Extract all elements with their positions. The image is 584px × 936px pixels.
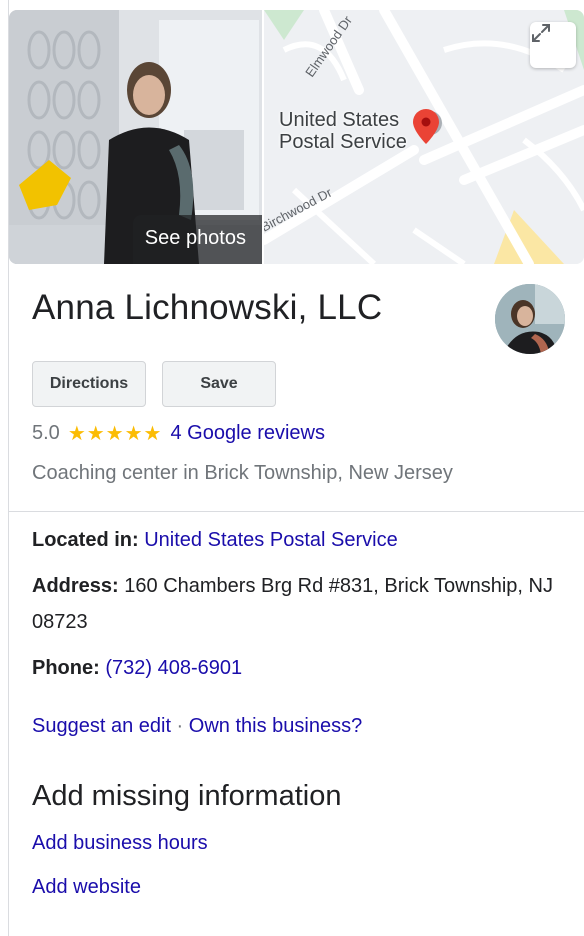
map-place-label-line2: Postal Service — [279, 131, 407, 153]
address-row: Address: 160 Chambers Brg Rd #831, Brick… — [32, 568, 572, 640]
business-avatar[interactable] — [495, 284, 565, 354]
directions-button[interactable]: Directions — [32, 361, 146, 407]
map-place-label-line1: United States — [279, 109, 400, 131]
reviews-link[interactable]: 4 Google reviews — [170, 422, 325, 445]
avatar-image — [495, 284, 565, 354]
suggest-edit-link[interactable]: Suggest an edit — [32, 715, 171, 737]
business-category: Coaching center in Brick Township, New J… — [32, 462, 453, 484]
section-divider — [9, 511, 584, 512]
phone-row: Phone: (732) 408-6901 — [32, 650, 572, 686]
phone-link[interactable]: (732) 408-6901 — [105, 657, 242, 679]
rating-row: 5.0 ★★★★★ 4 Google reviews — [32, 420, 325, 446]
location-map[interactable]: Elmwood Dr Birchwood Dr United States Po… — [264, 10, 584, 264]
link-separator: · — [171, 715, 189, 737]
expand-map-button[interactable] — [530, 22, 576, 68]
located-in-row: Located in: United States Postal Service — [32, 522, 572, 558]
add-website-link[interactable]: Add website — [32, 876, 141, 899]
map-place-label: United States Postal Service — [279, 109, 407, 153]
star-rating-icon: ★★★★★ — [67, 422, 163, 445]
business-photo[interactable]: See photos — [9, 10, 262, 264]
located-in-link[interactable]: United States Postal Service — [144, 529, 397, 551]
edit-links: Suggest an edit · Own this business? — [32, 715, 362, 738]
address-label: Address: — [32, 575, 119, 597]
missing-info-heading: Add missing information — [32, 780, 342, 812]
add-business-hours-link[interactable]: Add business hours — [32, 832, 208, 855]
rating-value: 5.0 — [32, 421, 60, 444]
expand-map-icon — [532, 24, 550, 42]
save-button[interactable]: Save — [162, 361, 276, 407]
located-in-label: Located in: — [32, 529, 139, 551]
business-name: Anna Lichnowski, LLC — [32, 288, 383, 327]
phone-label: Phone: — [32, 657, 100, 679]
knowledge-panel: See photos Elmwood Dr Birchwood Dr Unite… — [0, 0, 584, 936]
see-photos-button[interactable]: See photos — [132, 215, 262, 264]
own-business-link[interactable]: Own this business? — [189, 715, 362, 737]
